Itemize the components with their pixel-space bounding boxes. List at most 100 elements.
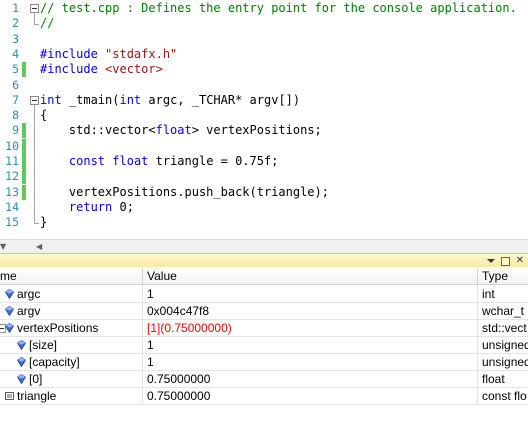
local-value[interactable]: [1](0.75000000) — [147, 320, 232, 337]
line-number: 11 — [5, 154, 19, 168]
code-text: // test.cpp : Defines the entry point fo… — [40, 1, 517, 16]
outline-guide — [34, 13, 35, 24]
change-marker — [22, 154, 26, 169]
column-header-type[interactable]: Type — [482, 268, 508, 285]
code-text: return 0; — [40, 200, 134, 215]
zoom-dropdown-icon[interactable]: ▼ — [0, 243, 6, 251]
code-line[interactable]: 5 #include <vector> — [0, 62, 528, 77]
line-number: 14 — [5, 200, 19, 214]
line-number: 4 — [12, 47, 19, 61]
local-name: [0] — [29, 372, 43, 386]
locals-row[interactable]: [size] 1 unsigned — [0, 337, 528, 354]
cell-divider — [142, 337, 143, 354]
string-token: "stdafx.h" — [105, 47, 178, 61]
column-header-value[interactable]: Value — [147, 268, 177, 285]
locals-row[interactable]: [0] 0.75000000 float — [0, 371, 528, 388]
preprocessor-token: #include — [40, 47, 106, 61]
code-text: const float triangle = 0.75f; — [40, 154, 279, 169]
code-line[interactable]: 7 int _tmain(int argc, _TCHAR* argv[]) — [0, 93, 528, 108]
cell-divider — [477, 354, 478, 371]
line-number: 5 — [12, 62, 19, 76]
window-menu-icon[interactable] — [486, 259, 495, 263]
outline-guide-end — [34, 24, 39, 25]
local-value[interactable]: 1 — [147, 337, 154, 354]
collapse-icon[interactable] — [30, 96, 39, 105]
code-line[interactable]: 3 — [0, 32, 528, 47]
code-token: > vertexPositions; — [191, 123, 322, 137]
change-marker — [22, 139, 26, 154]
code-token: triangle = 0.75f; — [148, 154, 279, 168]
line-number: 15 — [5, 215, 19, 229]
cell-divider — [142, 286, 143, 303]
locals-row[interactable]: argc 1 int — [0, 286, 528, 303]
code-text: std::vector<float> vertexPositions; — [40, 123, 322, 138]
code-token: } — [40, 215, 48, 229]
local-value[interactable]: 0x004c47f8 — [147, 303, 209, 320]
keyword-token: int — [40, 93, 62, 107]
constant-icon — [5, 391, 14, 401]
cell-divider — [477, 371, 478, 388]
cell-divider — [142, 354, 143, 371]
code-line[interactable]: 11 const float triangle = 0.75f; — [0, 154, 528, 169]
variable-icon — [5, 323, 14, 333]
line-number: 1 — [12, 1, 19, 15]
cell-divider — [142, 303, 143, 320]
line-number: 3 — [12, 32, 19, 46]
line-number: 8 — [12, 108, 19, 122]
local-type: float — [482, 372, 505, 386]
code-token: argc, _TCHAR* argv[]) — [141, 93, 301, 107]
local-type: int — [482, 287, 495, 301]
code-line[interactable]: 1 // test.cpp : Defines the entry point f… — [0, 1, 528, 16]
code-line[interactable]: 9 std::vector<float> vertexPositions; — [0, 123, 528, 138]
scroll-left-icon[interactable]: ◀ — [36, 243, 42, 251]
code-line[interactable]: 10 — [0, 139, 528, 154]
column-splitter[interactable] — [477, 268, 478, 285]
column-header-name[interactable]: me — [0, 268, 17, 285]
code-line[interactable]: 14 return 0; — [0, 200, 528, 215]
locals-row[interactable]: argv 0x004c47f8 wchar_t — [0, 303, 528, 320]
code-line[interactable]: 4 #include "stdafx.h" — [0, 47, 528, 62]
keyword-token: int — [119, 93, 142, 107]
local-type: std::vect — [482, 321, 527, 335]
code-line[interactable]: 6 — [0, 78, 528, 93]
change-marker — [22, 62, 26, 77]
local-value[interactable]: 1 — [147, 286, 154, 303]
line-number: 6 — [12, 78, 19, 92]
code-line[interactable]: 12 — [0, 169, 528, 184]
code-text: } — [40, 215, 47, 230]
column-splitter[interactable] — [142, 268, 143, 285]
collapse-icon[interactable] — [30, 4, 39, 13]
code-editor[interactable]: 1 // test.cpp : Defines the entry point f… — [0, 0, 528, 239]
local-type: unsigned — [482, 355, 528, 369]
locals-column-header: me Value Type — [0, 268, 528, 285]
outline-guide-end — [34, 223, 39, 224]
code-token: { — [40, 108, 48, 122]
code-token: 0; — [112, 200, 134, 214]
code-line[interactable]: 15} — [0, 215, 528, 230]
cell-divider — [477, 320, 478, 337]
change-marker — [22, 169, 26, 184]
change-marker — [22, 123, 26, 138]
line-number: 12 — [5, 169, 19, 183]
cell-divider — [477, 388, 478, 405]
keyword-token: const — [68, 154, 106, 168]
local-value[interactable]: 1 — [147, 354, 154, 371]
keyword-token: return — [68, 200, 113, 214]
local-name: [capacity] — [29, 355, 80, 369]
local-value[interactable]: 0.75000000 — [147, 388, 210, 405]
local-value[interactable]: 0.75000000 — [147, 371, 210, 388]
locals-row[interactable]: triangle 0.75000000 const flo — [0, 388, 528, 405]
pin-icon[interactable] — [500, 256, 510, 266]
variable-icon — [17, 374, 26, 384]
local-name: argc — [17, 287, 41, 301]
close-icon[interactable]: ✕ — [516, 256, 524, 266]
code-text: { — [40, 108, 47, 123]
locals-row[interactable]: vertexPositions [1](0.75000000) std::vect — [0, 320, 528, 337]
locals-row[interactable]: [capacity] 1 unsigned — [0, 354, 528, 371]
code-text: vertexPositions.push_back(triangle); — [40, 185, 329, 200]
code-line[interactable]: 8{ — [0, 108, 528, 123]
code-line[interactable]: 2 // — [0, 16, 528, 31]
code-line[interactable]: 13 vertexPositions.push_back(triangle); — [0, 185, 528, 200]
editor-horizontal-scrollbar[interactable]: ▼ ◀ — [0, 239, 528, 253]
